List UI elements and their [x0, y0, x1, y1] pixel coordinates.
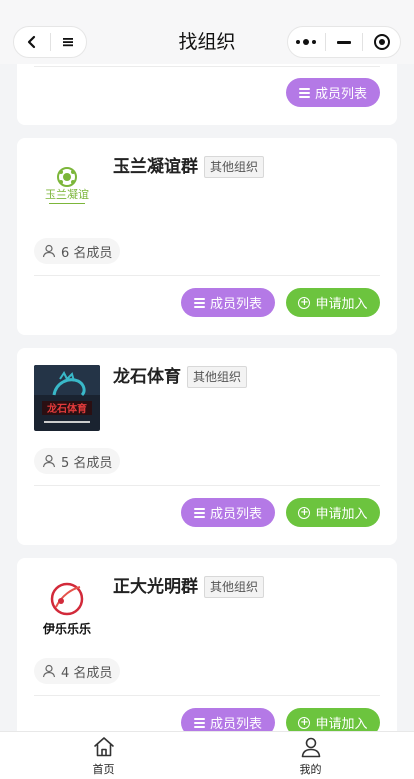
- apply-join-label: 申请加入: [315, 717, 368, 731]
- org-card: 龙石体育 龙石体育 其他组织 5 名成员 成员列表 + 申请加入: [17, 348, 397, 545]
- minimize-icon: [337, 40, 351, 44]
- members-list-label: 成员列表: [314, 87, 367, 102]
- org-card: 伊乐乐乐 正大光明群 其他组织 4 名成员 成员列表 + 申请加入: [17, 558, 397, 731]
- member-count-chip: 5 名成员: [34, 448, 121, 474]
- member-count: 6 名成员: [61, 245, 113, 261]
- minimize-button[interactable]: [326, 27, 363, 57]
- org-logo-text: 伊乐乐乐: [42, 621, 91, 636]
- person-icon: [42, 244, 56, 258]
- tab-bar: 首页 我的: [0, 731, 414, 779]
- org-card-partial: 成员列表: [17, 64, 397, 125]
- org-logo-image: 龙石体育: [34, 365, 100, 431]
- person-icon: [42, 664, 56, 678]
- right-capsule: [287, 26, 401, 58]
- list-icon: [193, 507, 205, 518]
- org-logo-image: 玉兰凝谊: [34, 155, 100, 221]
- plus-circle-icon: +: [298, 296, 311, 309]
- member-count-chip: 6 名成员: [34, 238, 121, 264]
- person-icon: [301, 737, 320, 758]
- navigation-bar: 找组织: [0, 0, 414, 64]
- list-icon: [298, 87, 310, 98]
- member-count-chip: 4 名成员: [34, 658, 121, 684]
- tab-home[interactable]: 首页: [0, 732, 207, 779]
- org-title-row: 龙石体育 其他组织: [113, 365, 248, 389]
- org-logo-image: 伊乐乐乐: [34, 575, 100, 641]
- card-divider: [34, 275, 380, 276]
- org-list[interactable]: 成员列表 玉兰凝谊 玉兰凝谊群 其他组织 6 名成员 成员列表 + 申请加入 龙…: [0, 64, 414, 731]
- apply-join-button[interactable]: + 申请加入: [286, 288, 380, 317]
- more-button[interactable]: [288, 27, 325, 57]
- org-title-row: 正大光明群 其他组织: [113, 575, 265, 599]
- org-logo: 龙石体育: [34, 365, 100, 431]
- org-type-badge: 其他组织: [204, 156, 265, 178]
- org-logo: 玉兰凝谊: [34, 155, 100, 221]
- org-title-row: 玉兰凝谊群 其他组织: [113, 155, 265, 179]
- list-icon: [193, 717, 205, 728]
- card-divider: [34, 485, 380, 486]
- members-list-button[interactable]: 成员列表: [286, 78, 380, 107]
- close-button[interactable]: [363, 27, 400, 57]
- apply-join-label: 申请加入: [315, 297, 368, 312]
- members-list-button[interactable]: 成员列表: [181, 498, 275, 527]
- tab-mine[interactable]: 我的: [207, 732, 414, 779]
- card-divider: [34, 66, 380, 67]
- tab-mine-label: 我的: [299, 763, 322, 776]
- person-icon: [42, 454, 56, 468]
- target-close-icon: [373, 34, 390, 50]
- members-list-button[interactable]: 成员列表: [181, 288, 275, 317]
- org-logo-text: 龙石体育: [46, 402, 87, 415]
- member-count: 5 名成员: [61, 455, 113, 471]
- member-count: 4 名成员: [61, 665, 113, 681]
- members-list-label: 成员列表: [209, 717, 262, 731]
- org-card: 玉兰凝谊 玉兰凝谊群 其他组织 6 名成员 成员列表 + 申请加入: [17, 138, 397, 335]
- plus-circle-icon: +: [298, 716, 311, 729]
- more-dots-icon: [296, 39, 317, 45]
- members-list-button[interactable]: 成员列表: [181, 708, 275, 731]
- plus-circle-icon: +: [298, 506, 311, 519]
- org-type-badge: 其他组织: [187, 366, 248, 388]
- apply-join-button[interactable]: + 申请加入: [286, 708, 380, 731]
- tab-home-label: 首页: [92, 763, 115, 776]
- members-list-label: 成员列表: [209, 297, 262, 312]
- org-type-badge: 其他组织: [204, 576, 265, 598]
- org-name: 正大光明群: [113, 577, 198, 597]
- card-divider: [34, 695, 380, 696]
- org-name: 玉兰凝谊群: [113, 157, 198, 177]
- org-logo: 伊乐乐乐: [34, 575, 100, 641]
- org-name: 龙石体育: [113, 367, 181, 387]
- members-list-label: 成员列表: [209, 507, 262, 522]
- home-icon: [93, 737, 114, 757]
- apply-join-label: 申请加入: [315, 507, 368, 522]
- list-icon: [193, 297, 205, 308]
- apply-join-button[interactable]: + 申请加入: [286, 498, 380, 527]
- org-logo-text: 玉兰凝谊: [45, 187, 89, 201]
